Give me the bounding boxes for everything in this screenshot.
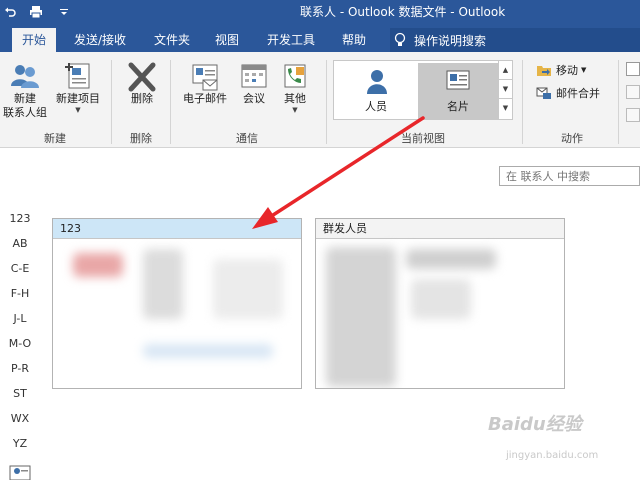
move-button[interactable]: 移动 ▼: [536, 62, 586, 78]
index-st[interactable]: ST: [0, 387, 40, 400]
gallery-scroll[interactable]: ▲ ▼ ▼: [498, 61, 512, 119]
group-separator: [111, 60, 112, 144]
card-name: 123: [53, 219, 301, 239]
more-phone-icon: [284, 64, 306, 88]
mail-merge-icon: [536, 87, 551, 99]
index-wx[interactable]: WX: [0, 412, 40, 425]
email-label: 电子邮件: [183, 92, 227, 105]
meeting-button[interactable]: 会议: [236, 62, 272, 106]
tab-help[interactable]: 帮助: [334, 28, 374, 52]
view-business-card[interactable]: 名片: [418, 63, 498, 119]
index-123[interactable]: 123: [0, 212, 40, 225]
tab-view[interactable]: 视图: [208, 28, 246, 52]
undo-icon[interactable]: [0, 0, 20, 24]
new-items-button[interactable]: 新建项目 ▼: [51, 62, 105, 114]
people-pane-icon[interactable]: [8, 464, 32, 480]
business-card-icon: [446, 70, 470, 90]
baidu-watermark: Baidu经验: [488, 414, 582, 435]
chevron-down-icon[interactable]: ▼: [499, 80, 512, 99]
current-view-gallery: 人员 名片 ▲ ▼ ▼: [333, 60, 513, 120]
blurred-content: [406, 249, 496, 269]
meeting-label: 会议: [243, 92, 265, 105]
view-people[interactable]: 人员: [336, 63, 416, 119]
new-items-label: 新建项目: [56, 92, 100, 105]
blurred-photo: [73, 253, 123, 277]
delete-button[interactable]: 删除: [120, 62, 164, 106]
tab-home[interactable]: 开始: [12, 28, 56, 52]
index-f-h[interactable]: F-H: [0, 287, 40, 300]
tell-me-search[interactable]: 操作说明搜索: [390, 28, 640, 52]
move-label: 移动: [556, 64, 578, 77]
tab-folder[interactable]: 文件夹: [146, 28, 198, 52]
next-group-icon[interactable]: [626, 62, 640, 76]
group-label-current-view: 当前视图: [401, 132, 445, 145]
tab-send-receive[interactable]: 发送/接收: [64, 28, 136, 52]
contact-group-icon: [11, 65, 39, 88]
group-label-actions: 动作: [561, 132, 583, 145]
customize-qat-icon[interactable]: [58, 0, 70, 24]
ribbon-home: 新建 联系人组 新建项目 ▼ 新建 删除 删除 电子邮件 会议 其他 ▼ 通信 …: [0, 52, 640, 148]
group-label-new: 新建: [44, 132, 66, 145]
new-contact-group-label-2: 联系人组: [3, 106, 47, 119]
group-label-delete: 删除: [130, 132, 152, 145]
group-separator: [170, 60, 171, 144]
chevron-down-icon: ▼: [75, 106, 81, 114]
index-p-r[interactable]: P-R: [0, 362, 40, 375]
blurred-content: [143, 249, 183, 319]
outlook-window: 联系人 - Outlook 数据文件 - Outlook 开始 发送/接收 文件…: [0, 0, 640, 480]
mail-merge-button[interactable]: 邮件合并: [536, 85, 600, 101]
blurred-content: [213, 259, 283, 319]
blurred-email: [143, 344, 273, 358]
chevron-up-icon[interactable]: ▲: [499, 61, 512, 80]
blurred-photo: [326, 247, 396, 387]
group-label-communicate: 通信: [236, 132, 258, 145]
chevron-down-icon: ▼: [581, 66, 587, 74]
index-m-o[interactable]: M-O: [0, 337, 40, 350]
ribbon-tab-row: 开始 发送/接收 文件夹 视图 开发工具 帮助 操作说明搜索: [0, 24, 640, 52]
meeting-calendar-icon: [241, 64, 267, 88]
index-j-l[interactable]: J-L: [0, 312, 40, 325]
email-button[interactable]: 电子邮件: [176, 62, 234, 106]
next-group-icon-2[interactable]: [626, 85, 640, 99]
lightbulb-icon: [394, 32, 406, 46]
business-card[interactable]: 群发人员: [315, 218, 565, 389]
window-title: 联系人 - Outlook 数据文件 - Outlook: [300, 5, 506, 19]
tab-developer[interactable]: 开发工具: [258, 28, 324, 52]
print-icon[interactable]: [26, 0, 46, 24]
more-label: 其他: [284, 92, 306, 105]
title-bar: 联系人 - Outlook 数据文件 - Outlook: [0, 0, 640, 24]
person-icon: [367, 70, 387, 94]
business-card[interactable]: 123: [52, 218, 302, 389]
group-separator: [326, 60, 327, 144]
more-button[interactable]: 其他 ▼: [276, 62, 314, 114]
delete-x-icon: [128, 62, 156, 92]
baidu-watermark-url: jingyan.baidu.com: [506, 450, 599, 461]
delete-label: 删除: [131, 92, 153, 105]
index-yz[interactable]: YZ: [0, 437, 40, 450]
next-group-icon-3[interactable]: [626, 108, 640, 122]
gallery-more-icon[interactable]: ▼: [499, 99, 512, 118]
card-name: 群发人员: [316, 219, 564, 239]
chevron-down-icon: ▼: [292, 106, 298, 114]
view-business-card-label: 名片: [447, 100, 469, 113]
view-people-label: 人员: [365, 100, 387, 113]
tell-me-label: 操作说明搜索: [414, 33, 487, 48]
search-contacts-input[interactable]: [499, 166, 640, 186]
move-folder-icon: [537, 66, 551, 76]
index-ab[interactable]: AB: [0, 237, 40, 250]
group-separator: [522, 60, 523, 144]
new-contact-group-button[interactable]: 新建 联系人组: [2, 62, 48, 120]
blurred-content: [411, 279, 471, 319]
group-separator: [618, 60, 619, 144]
new-items-icon: [65, 63, 90, 89]
email-card-icon: [192, 64, 218, 91]
new-contact-group-label-1: 新建: [14, 92, 36, 105]
mail-merge-label: 邮件合并: [556, 87, 600, 100]
index-c-e[interactable]: C-E: [0, 262, 40, 275]
